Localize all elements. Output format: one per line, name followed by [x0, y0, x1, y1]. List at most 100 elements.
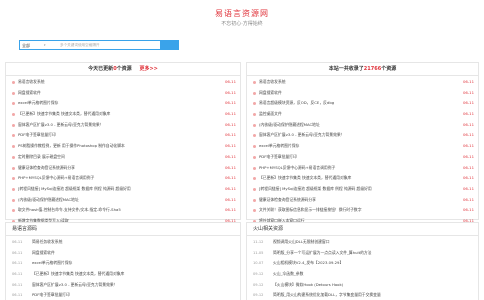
- item-title[interactable]: 文件关联！获取图标信息和显示一排链接按钮！换行时子数字: [259, 205, 456, 216]
- item-title[interactable]: [转程风链接] MySql连接池 超级框架 数据库 例程 纯源码 超级好用: [18, 184, 218, 195]
- item-title[interactable]: 窗体客户区扩展v3.0 - 更新云母/亚克力背景效果！: [32, 280, 238, 291]
- site-title[interactable]: 易语言资源网: [0, 8, 484, 19]
- list-item[interactable]: 06-11 简易任务收发系统: [6, 237, 240, 248]
- item-date: 06-11: [462, 121, 474, 127]
- list-item[interactable]: (内核级)驱动保护隐藏进程MAC地址 06-11: [6, 195, 240, 206]
- list-item[interactable]: 定时删除目录 展示磁盘空间 06-11: [6, 152, 240, 163]
- item-title[interactable]: (内核级)驱动保护隐藏进程MAC地址: [259, 120, 456, 131]
- item-title[interactable]: PHP+MYSQL反馈中心源码+易语言调用例子: [259, 163, 456, 174]
- item-title[interactable]: 窗体客户区扩展v3.0 - 更新云母/亚克力背景效果！: [259, 130, 456, 141]
- panel-title: 易语言源码: [12, 226, 38, 232]
- chevron-down-icon[interactable]: ▾: [44, 42, 46, 49]
- list-item[interactable]: 06-11 窗体客户区扩展v3.0 - 更新云母/亚克力背景效果！: [6, 280, 240, 291]
- item-date: 09-12: [253, 272, 264, 277]
- item-title[interactable]: 简明版_分享一个写运扩展为一点点读入文件_算hult的方法: [273, 248, 476, 259]
- item-title[interactable]: PDF电子签章批量打印: [18, 130, 218, 141]
- list-item[interactable]: 10-07 火山相机模块V2.4_发布【2023.09.29】: [247, 258, 478, 269]
- list-item[interactable]: PHP+MYSQL反馈中心源码+易语言调用例子 06-11: [6, 173, 240, 184]
- list-item[interactable]: PS树脂操作教程例，更新 用于操作Photoshop 制作自动化脚本 06-11: [6, 141, 240, 152]
- item-title[interactable]: 视频调用火山DLL无限制创建窗口: [273, 237, 476, 248]
- bullet-icon: [253, 91, 256, 95]
- list-item[interactable]: 09-12 简明版_用火山构建系统优化加载DLL，字节集变量用于交换变量: [247, 290, 478, 300]
- item-title[interactable]: 易语言收发系统: [18, 77, 218, 88]
- list-item[interactable]: 取文件hash值-控制台命令-支持文件/文本-指定-命令行-Sha5 06-11: [6, 205, 240, 216]
- resource-list: 易语言收发系统 06-11 网盘搜索软件 06-11 excel单元格转图片保存 06-1…: [6, 77, 240, 227]
- list-item[interactable]: 文件关联！获取图标信息和显示一排链接按钮！换行时子数字 06-11: [247, 205, 478, 216]
- item-title[interactable]: 【火山模块】微软Hook (Detours Hook): [273, 280, 476, 291]
- bullet-icon: [12, 166, 15, 170]
- list-item[interactable]: 11-05 简明版_分享一个写运扩展为一点点读入文件_算hult的方法: [247, 248, 478, 259]
- item-date: 06-11: [224, 153, 236, 159]
- list-item[interactable]: PDF电子签章批量打印 06-11: [6, 130, 240, 141]
- list-item[interactable]: excel单元格转图片保存 06-11: [247, 141, 478, 152]
- item-title[interactable]: PDF电子签章批量打印: [259, 152, 456, 163]
- bullet-icon: [12, 81, 15, 84]
- list-item[interactable]: 窗体客户区扩展v3.0 - 更新云母/亚克力背景效果！ 06-11: [247, 130, 478, 141]
- item-title[interactable]: PS树脂操作教程例，更新 用于操作Photoshop 制作自动化脚本: [18, 141, 218, 152]
- item-date: 06-11: [224, 143, 236, 149]
- list-item[interactable]: 易语言收发系统 06-11: [6, 77, 240, 88]
- bullet-icon: [253, 102, 256, 106]
- list-item[interactable]: 健康证体检查询登记系统源码分享 06-11: [247, 195, 478, 206]
- list-item[interactable]: PDF电子签章批量打印 06-11: [247, 152, 478, 163]
- item-date: 06-11: [462, 143, 474, 149]
- list-item[interactable]: 网盘搜索软件 06-11: [247, 88, 478, 99]
- item-date: 06-11: [12, 272, 23, 277]
- item-title[interactable]: 窗体客户区扩展v3.0 - 更新云母/亚克力背景效果！: [18, 120, 218, 131]
- item-title[interactable]: 定时删除目录 展示磁盘空间: [18, 152, 218, 163]
- list-item[interactable]: 06-11 PDF电子签章批量打印: [6, 290, 240, 300]
- item-title[interactable]: PHP+MYSQL反馈中心源码+易语言调用例子: [18, 173, 218, 184]
- item-title[interactable]: 健康证体检查询登记系统源码分享: [18, 163, 218, 174]
- resource-list: 易语言收发系统 06-11 网盘搜索软件 06-11 易语言超级模块资源，反OD，反CE…: [247, 77, 478, 227]
- list-item[interactable]: 09-12 【火山模块】微软Hook (Detours Hook): [247, 280, 478, 291]
- search-button[interactable]: [160, 41, 178, 49]
- item-title[interactable]: 火山_伞函数_参数: [273, 269, 476, 280]
- list-item[interactable]: 窗体客户区扩展v3.0 - 更新云母/亚克力背景效果！ 06-11: [6, 120, 240, 131]
- item-title[interactable]: 【已更新】快速字节集类 快速文本类，替代通用对象库: [32, 269, 238, 280]
- list-item[interactable]: 监控桌面文件 06-11: [247, 109, 478, 120]
- item-title[interactable]: 简明版_用火山构建系统优化加载DLL，字节集变量用于交换变量: [273, 290, 476, 300]
- item-title[interactable]: 【已更新】快速字节集类 快速文本类，替代通用对象库: [259, 173, 456, 184]
- item-title[interactable]: 简易任务收发系统: [32, 237, 238, 248]
- item-title[interactable]: 监控桌面文件: [259, 109, 456, 120]
- item-title[interactable]: [转程风链接] MySql连接池 超级框架 数据库 例程 纯源码 超级好用: [259, 184, 456, 195]
- list-item[interactable]: 11-12 视频调用火山DLL无限制创建窗口: [247, 237, 478, 248]
- item-title[interactable]: 网盘搜索软件: [259, 88, 456, 99]
- item-date: 06-11: [462, 89, 474, 95]
- list-item[interactable]: excel单元格转图片保存 06-11: [6, 98, 240, 109]
- item-title[interactable]: (内核级)驱动保护隐藏进程MAC地址: [18, 195, 218, 206]
- list-item[interactable]: 网盘搜索软件 06-11: [6, 88, 240, 99]
- list-item[interactable]: 【已更新】快速字节集类 快速文本类，替代通用对象库 06-11: [6, 109, 240, 120]
- list-item[interactable]: 06-11 网盘搜索软件: [6, 248, 240, 259]
- search-input[interactable]: 多个关键词使用空格隔开: [60, 42, 160, 49]
- list-item[interactable]: (内核级)驱动保护隐藏进程MAC地址 06-11: [247, 120, 478, 131]
- list-item[interactable]: [转程风链接] MySql连接池 超级框架 数据库 例程 纯源码 超级好用 06-…: [6, 184, 240, 195]
- list-item[interactable]: 09-12 火山_伞函数_参数: [247, 269, 478, 280]
- item-title[interactable]: 健康证体检查询登记系统源码分享: [259, 195, 456, 206]
- item-title[interactable]: excel单元格转图片保存: [32, 258, 238, 269]
- item-date: 06-11: [462, 132, 474, 138]
- item-date: 06-11: [12, 240, 23, 244]
- list-item[interactable]: 06-11 excel单元格转图片保存: [6, 258, 240, 269]
- list-item[interactable]: 【已更新】快速字节集类 快速文本类，替代通用对象库 06-11: [247, 173, 478, 184]
- more-link[interactable]: 更多>>: [139, 66, 157, 72]
- list-item[interactable]: [转程风链接] MySql连接池 超级框架 数据库 例程 纯源码 超级好用 06-…: [247, 184, 478, 195]
- item-title[interactable]: 网盘搜索软件: [18, 88, 218, 99]
- list-item[interactable]: 易语言收发系统 06-11: [247, 77, 478, 88]
- item-title[interactable]: 易语言收发系统: [259, 77, 456, 88]
- item-title[interactable]: excel单元格转图片保存: [18, 98, 218, 109]
- item-date: 06-11: [462, 196, 474, 202]
- item-title[interactable]: 【已更新】快速字节集类 快速文本类，替代通用对象库: [18, 109, 218, 120]
- item-title[interactable]: PDF电子签章批量打印: [32, 290, 238, 300]
- item-title[interactable]: 取文件hash值-控制台命令-支持文件/文本-指定-命令行-Sha5: [18, 205, 218, 216]
- item-title[interactable]: 易语言超级模块资源，反OD，反CE，反dbg: [259, 98, 456, 109]
- search-category-select[interactable]: 全部: [22, 42, 52, 49]
- list-item[interactable]: 易语言超级模块资源，反OD，反CE，反dbg 06-11: [247, 98, 478, 109]
- list-item[interactable]: 健康证体检查询登记系统源码分享 06-11: [6, 163, 240, 174]
- list-item[interactable]: 06-11 【已更新】快速字节集类 快速文本类，替代通用对象库: [6, 269, 240, 280]
- item-date: 06-11: [224, 164, 236, 170]
- item-title[interactable]: 网盘搜索软件: [32, 248, 238, 259]
- list-item[interactable]: PHP+MYSQL反馈中心源码+易语言调用例子 06-11: [247, 163, 478, 174]
- item-title[interactable]: 火山相机模块V2.4_发布【2023.09.29】: [273, 258, 476, 269]
- item-title[interactable]: excel单元格转图片保存: [259, 141, 456, 152]
